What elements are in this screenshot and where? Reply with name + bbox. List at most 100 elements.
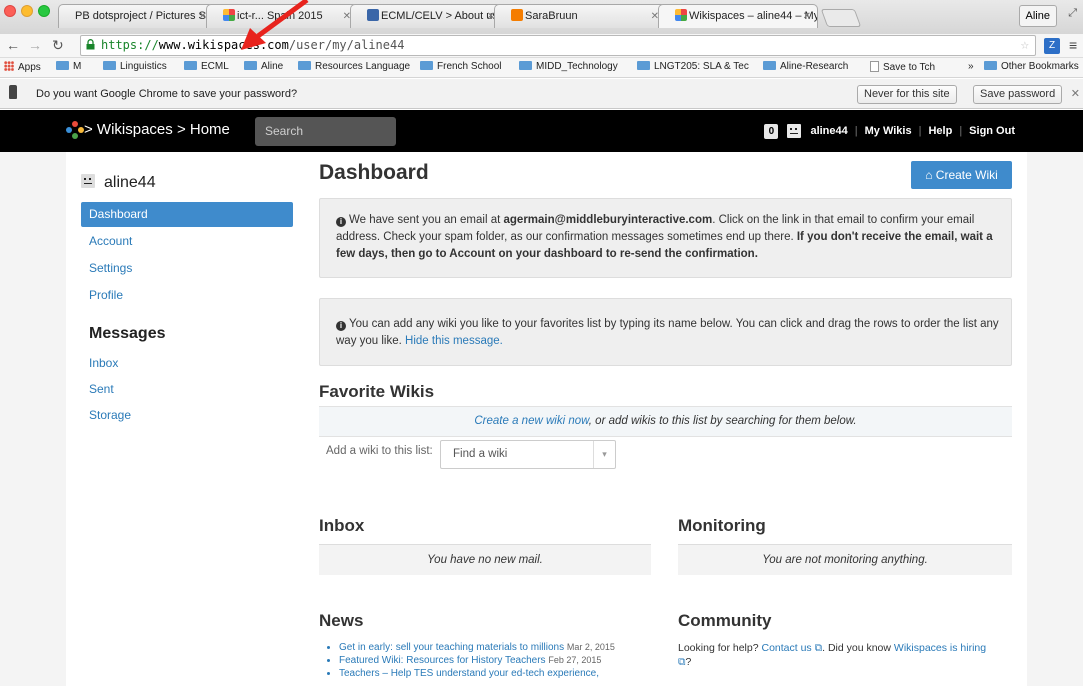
tab-close-icon[interactable]: ✕ <box>803 5 811 28</box>
bookmark-page[interactable]: Save to Tch <box>870 61 935 73</box>
bookmark-folder[interactable]: Aline <box>244 61 283 72</box>
address-bar-row: ← → ↻ https://www.wikispaces.com/user/my… <box>0 34 1083 58</box>
contact-us-link[interactable]: Contact us <box>761 642 811 654</box>
user-nav: 0 aline44 | My Wikis | Help | Sign Out <box>764 110 1015 152</box>
my-wikis-link[interactable]: My Wikis <box>865 125 912 137</box>
reload-icon[interactable]: ↻ <box>52 37 64 54</box>
find-wiki-placeholder: Find a wiki <box>453 448 508 460</box>
find-wiki-input[interactable]: Find a wiki ▾ <box>440 440 616 469</box>
url-input[interactable]: https://www.wikispaces.com/user/my/aline… <box>80 35 1036 56</box>
news-link[interactable]: Featured Wiki: Resources for History Tea… <box>339 655 546 666</box>
browser-tab[interactable]: SaraBruun ✕ <box>494 4 666 28</box>
sign-out-link[interactable]: Sign Out <box>969 125 1015 137</box>
chrome-menu-icon[interactable]: ≡ <box>1069 37 1077 53</box>
tab-title: PB dotsproject / Pictures Swe <box>75 10 214 22</box>
minimize-window-button[interactable] <box>21 5 33 17</box>
monitoring-empty-message: You are not monitoring anything. <box>678 544 1012 575</box>
bookmarks-overflow-button[interactable]: » <box>968 61 974 72</box>
sidebar-username: aline44 <box>104 174 156 191</box>
news-date: Feb 27, 2015 <box>548 655 602 665</box>
bookmark-star-icon[interactable]: ☆ <box>1021 36 1029 55</box>
news-item[interactable]: Teachers – Help TES understand your ed-t… <box>339 667 615 680</box>
bookmark-folder[interactable]: ECML <box>184 61 229 72</box>
community-text: Looking for help? Contact us ⧉. Did you … <box>678 641 998 669</box>
hide-message-link[interactable]: Hide this message. <box>405 335 503 347</box>
sidebar-item-profile[interactable]: Profile <box>81 283 293 308</box>
folder-icon <box>420 61 433 70</box>
url-host: www.wikispaces.com <box>158 38 289 52</box>
forward-arrow-icon[interactable]: → <box>28 37 42 53</box>
folder-icon <box>244 61 257 70</box>
inbox-empty-message: You have no new mail. <box>319 544 651 575</box>
username-link[interactable]: aline44 <box>810 125 847 137</box>
avatar[interactable] <box>787 124 802 138</box>
fullscreen-icon[interactable]: ⤢ <box>1068 7 1077 20</box>
close-window-button[interactable] <box>4 5 16 17</box>
notification-count-badge[interactable]: 0 <box>764 123 779 139</box>
site-breadcrumb[interactable]: > Wikispaces > Home <box>84 121 230 138</box>
bookmark-folder[interactable]: Aline-Research <box>763 61 848 72</box>
browser-tab[interactable]: ECML/CELV > About us > ✕ <box>350 4 502 28</box>
sidebar-item-sent[interactable]: Sent <box>81 377 293 402</box>
help-link[interactable]: Help <box>928 125 952 137</box>
new-tab-button[interactable] <box>820 9 862 27</box>
url-scheme: https:// <box>101 38 159 52</box>
bookmark-folder[interactable]: Linguistics <box>103 61 167 72</box>
bookmark-label: French School <box>437 61 502 72</box>
zoom-window-button[interactable] <box>38 5 50 17</box>
tab-list: PB dotsproject / Pictures Swe ✕ ict-r... … <box>58 4 862 30</box>
save-password-button[interactable]: Save password <box>973 85 1063 104</box>
wikispaces-favicon-icon <box>223 9 235 21</box>
create-new-wiki-link[interactable]: Create a new wiki now <box>474 415 588 427</box>
sidebar-user: aline44 <box>81 174 156 192</box>
folder-icon <box>298 61 311 70</box>
bookmark-label: Other Bookmarks <box>1001 61 1079 72</box>
wikispaces-logo-icon[interactable] <box>64 119 86 141</box>
folder-icon <box>984 61 997 70</box>
create-wiki-button[interactable]: ⌂ Create Wiki <box>911 161 1012 189</box>
bookmark-label: Aline-Research <box>780 61 849 72</box>
browser-tab-strip: PB dotsproject / Pictures Swe ✕ ict-r... … <box>0 0 1083 34</box>
bookmark-folder[interactable]: LNGT205: SLA & Tec <box>637 61 749 72</box>
never-for-this-site-button[interactable]: Never for this site <box>857 85 957 104</box>
extension-icon[interactable]: Z <box>1044 38 1060 54</box>
bookmark-label: LNGT205: SLA & Tec <box>654 61 749 72</box>
sidebar-item-storage[interactable]: Storage <box>81 403 293 428</box>
news-link[interactable]: Teachers – Help TES understand your ed-t… <box>339 668 599 679</box>
bookmark-folder[interactable]: Other Bookmarks <box>984 61 1079 72</box>
tab-title: Wikispaces – aline44 – My <box>689 10 818 22</box>
bookmark-apps[interactable]: Apps <box>4 61 41 73</box>
profile-button[interactable]: Aline <box>1018 5 1057 27</box>
browser-tab[interactable]: ict-r... Spain 2015 ✕ <box>206 4 358 28</box>
sidebar-messages-heading: Messages <box>89 325 166 342</box>
browser-tab-active[interactable]: Wikispaces – aline44 – My ✕ <box>658 4 818 28</box>
news-item[interactable]: Get in early: sell your teaching materia… <box>339 641 615 654</box>
page-title: Dashboard <box>319 161 429 184</box>
chevron-down-icon[interactable]: ▾ <box>593 441 615 468</box>
sidebar-item-account[interactable]: Account <box>81 229 293 254</box>
back-arrow-icon[interactable]: ← <box>6 37 20 53</box>
hiring-link[interactable]: Wikispaces is hiring <box>894 642 986 654</box>
sidebar-item-dashboard[interactable]: Dashboard <box>81 202 293 227</box>
email-confirmation-alert: i We have sent you an email at agermain@m… <box>319 198 1012 278</box>
folder-icon <box>637 61 650 70</box>
bookmark-folder[interactable]: MIDD_Technology <box>519 61 618 72</box>
bookmark-folder[interactable]: Resources Language <box>298 61 410 72</box>
infobar-message: Do you want Google Chrome to save your p… <box>36 88 298 100</box>
bookmark-label: Apps <box>18 62 41 73</box>
bookmark-folder[interactable]: M <box>56 61 81 72</box>
favorite-wikis-heading: Favorite Wikis <box>319 382 435 401</box>
bookmark-folder[interactable]: French School <box>420 61 501 72</box>
sidebar-item-inbox[interactable]: Inbox <box>81 351 293 376</box>
sidebar-item-settings[interactable]: Settings <box>81 256 293 281</box>
site-search-input[interactable]: Search <box>255 117 396 146</box>
community-copy: ? <box>685 656 692 668</box>
external-link-icon: ⧉ <box>811 642 823 654</box>
news-link[interactable]: Get in early: sell your teaching materia… <box>339 642 564 653</box>
browser-tab[interactable]: PB dotsproject / Pictures Swe ✕ <box>58 4 214 28</box>
infobar-close-icon[interactable]: ✕ <box>1071 87 1080 100</box>
folder-icon <box>763 61 776 70</box>
community-heading: Community <box>678 611 772 630</box>
tab-title: ECML/CELV > About us > <box>381 10 502 22</box>
news-item[interactable]: Featured Wiki: Resources for History Tea… <box>339 654 615 667</box>
